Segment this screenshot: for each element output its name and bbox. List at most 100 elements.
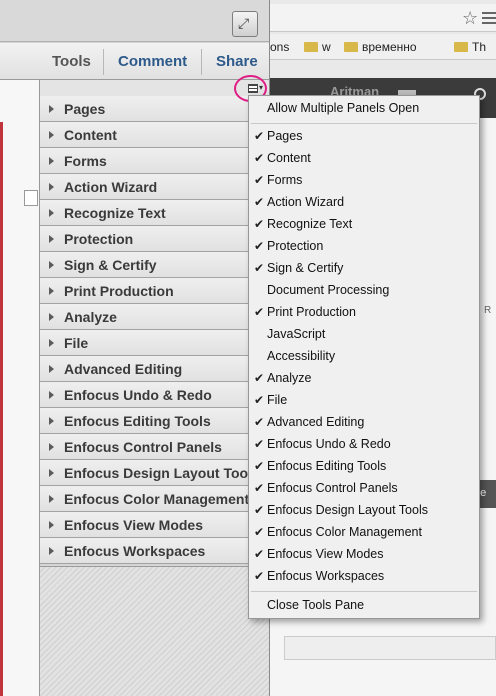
expand-triangle-icon [49, 365, 54, 373]
tool-panel-item[interactable]: Enfocus Design Layout Tools [40, 460, 269, 486]
tools-tab[interactable]: Tools [52, 53, 91, 70]
menu-item-panel-toggle[interactable]: ✔ Analyze [249, 368, 479, 390]
menu-item-label: Content [267, 151, 311, 165]
menu-item-panel-toggle[interactable]: ✔ Pages [249, 126, 479, 148]
scrollbar-thumb[interactable] [24, 190, 38, 206]
browser-menu-icon[interactable] [482, 12, 496, 27]
site-side-text: R [484, 305, 492, 316]
menu-item-panel-toggle[interactable]: ✔ Enfocus View Modes [249, 544, 479, 566]
menu-item-label: Forms [267, 173, 303, 187]
menu-item-panel-toggle[interactable]: Document Processing [249, 280, 479, 302]
menu-item-panel-toggle[interactable]: ✔ Enfocus Workspaces [249, 566, 479, 588]
checkmark-icon: ✔ [254, 569, 265, 583]
checkmark-icon: ✔ [254, 195, 265, 209]
menu-item-label: Enfocus Editing Tools [267, 459, 387, 473]
tool-panel-item[interactable]: Protection [40, 226, 269, 252]
empty-pane-area [40, 566, 269, 696]
bookmark-item[interactable]: ons [270, 40, 289, 54]
tool-panel-item[interactable]: Forms [40, 148, 269, 174]
menu-item-close-tools-pane[interactable]: Close Tools Pane [249, 595, 479, 617]
tool-panel-item[interactable]: Enfocus Undo & Redo [40, 382, 269, 408]
checkmark-icon: ✔ [254, 415, 265, 429]
menu-item-panel-toggle[interactable]: Accessibility [249, 346, 479, 368]
document-edge [0, 122, 3, 696]
tool-panel-item[interactable]: Enfocus Control Panels [40, 434, 269, 460]
tool-panel-item[interactable]: Enfocus View Modes [40, 512, 269, 538]
tool-panel-item[interactable]: File [40, 330, 269, 356]
menu-item-panel-toggle[interactable]: ✔ File [249, 390, 479, 412]
menu-item-label: Enfocus Design Layout Tools [267, 503, 428, 517]
address-bar[interactable]: ☆ [270, 4, 496, 32]
menu-item-allow-multiple-panels[interactable]: Allow Multiple Panels Open [249, 98, 479, 120]
checkmark-icon: ✔ [254, 305, 265, 319]
menu-item-panel-toggle[interactable]: JavaScript [249, 324, 479, 346]
menu-item-panel-toggle[interactable]: ✔ Enfocus Design Layout Tools [249, 500, 479, 522]
expand-triangle-icon [49, 209, 54, 217]
menu-item-panel-toggle[interactable]: ✔ Sign & Certify [249, 258, 479, 280]
expand-triangle-icon [49, 469, 54, 477]
tool-panel-label: Action Wizard [64, 179, 158, 195]
checkmark-icon: ✔ [254, 151, 265, 165]
tool-panel-item[interactable]: Print Production [40, 278, 269, 304]
menu-item-panel-toggle[interactable]: ✔ Enfocus Editing Tools [249, 456, 479, 478]
checkmark-icon: ✔ [254, 217, 265, 231]
document-view [0, 80, 40, 696]
checkmark-icon: ✔ [254, 173, 265, 187]
menu-item-panel-toggle[interactable]: ✔ Content [249, 148, 479, 170]
menu-item-label: Protection [267, 239, 324, 253]
tool-panel-item[interactable]: Recognize Text [40, 200, 269, 226]
menu-item-label: Print Production [267, 305, 356, 319]
bookmark-folder[interactable]: Th [454, 40, 486, 54]
menu-item-panel-toggle[interactable]: ✔ Enfocus Color Management [249, 522, 479, 544]
expand-triangle-icon [49, 495, 54, 503]
tool-panel-item[interactable]: Advanced Editing [40, 356, 269, 382]
bookmark-folder[interactable]: временно [344, 40, 417, 54]
menu-item-panel-toggle[interactable]: ✔ Protection [249, 236, 479, 258]
comment-tab[interactable]: Comment [118, 53, 187, 70]
menu-item-panel-toggle[interactable]: ✔ Recognize Text [249, 214, 479, 236]
menu-item-label: Enfocus Undo & Redo [267, 437, 391, 451]
folder-icon [454, 42, 468, 52]
menu-item-panel-toggle[interactable]: ✔ Print Production [249, 302, 479, 324]
menu-item-label: File [267, 393, 288, 407]
menu-item-label: Enfocus View Modes [267, 547, 384, 561]
share-tab[interactable]: Share [216, 53, 258, 70]
bookmark-folder[interactable]: w [304, 40, 331, 54]
bookmark-star-icon[interactable]: ☆ [462, 8, 478, 29]
fullscreen-button[interactable]: ⤢ [232, 11, 258, 37]
tool-panel-item[interactable]: Content [40, 122, 269, 148]
folder-icon [304, 42, 318, 52]
menu-item-panel-toggle[interactable]: ✔ Action Wizard [249, 192, 479, 214]
expand-triangle-icon [49, 313, 54, 321]
toolbar-divider [201, 49, 202, 75]
tool-panel-label: Enfocus Editing Tools [64, 413, 211, 429]
tool-panel-item[interactable]: Action Wizard [40, 174, 269, 200]
toolbar-divider [103, 49, 104, 75]
menu-item-panel-toggle[interactable]: ✔ Enfocus Control Panels [249, 478, 479, 500]
checkmark-icon: ✔ [254, 481, 265, 495]
menu-item-label: Enfocus Color Management [267, 525, 422, 539]
menu-item-panel-toggle[interactable]: ✔ Enfocus Undo & Redo [249, 434, 479, 456]
tool-panel-item[interactable]: Enfocus Editing Tools [40, 408, 269, 434]
tool-panel-item[interactable]: Enfocus Workspaces [40, 538, 269, 564]
tool-panel-label: Enfocus View Modes [64, 517, 203, 533]
tool-panel-item[interactable]: Analyze [40, 304, 269, 330]
tool-panel-item[interactable]: Enfocus Color Management [40, 486, 269, 512]
tool-panel-label: Analyze [64, 309, 117, 325]
expand-triangle-icon [49, 339, 54, 347]
tool-panel-item[interactable]: Sign & Certify [40, 252, 269, 278]
tool-panel-item[interactable]: Pages [40, 96, 269, 122]
menu-item-panel-toggle[interactable]: ✔ Advanced Editing [249, 412, 479, 434]
expand-triangle-icon [49, 521, 54, 529]
expand-triangle-icon [49, 183, 54, 191]
menu-item-panel-toggle[interactable]: ✔ Forms [249, 170, 479, 192]
checkmark-icon: ✔ [254, 371, 265, 385]
title-bar: ⤢ [0, 0, 269, 42]
menu-item-label: Close Tools Pane [267, 598, 365, 612]
tool-panel-label: Protection [64, 231, 134, 247]
tool-panel-label: Enfocus Color Management [64, 491, 250, 507]
menu-item-label: Pages [267, 129, 303, 143]
menu-item-label: Allow Multiple Panels Open [267, 101, 420, 115]
checkmark-icon: ✔ [254, 239, 265, 253]
site-input-box[interactable] [284, 636, 496, 660]
